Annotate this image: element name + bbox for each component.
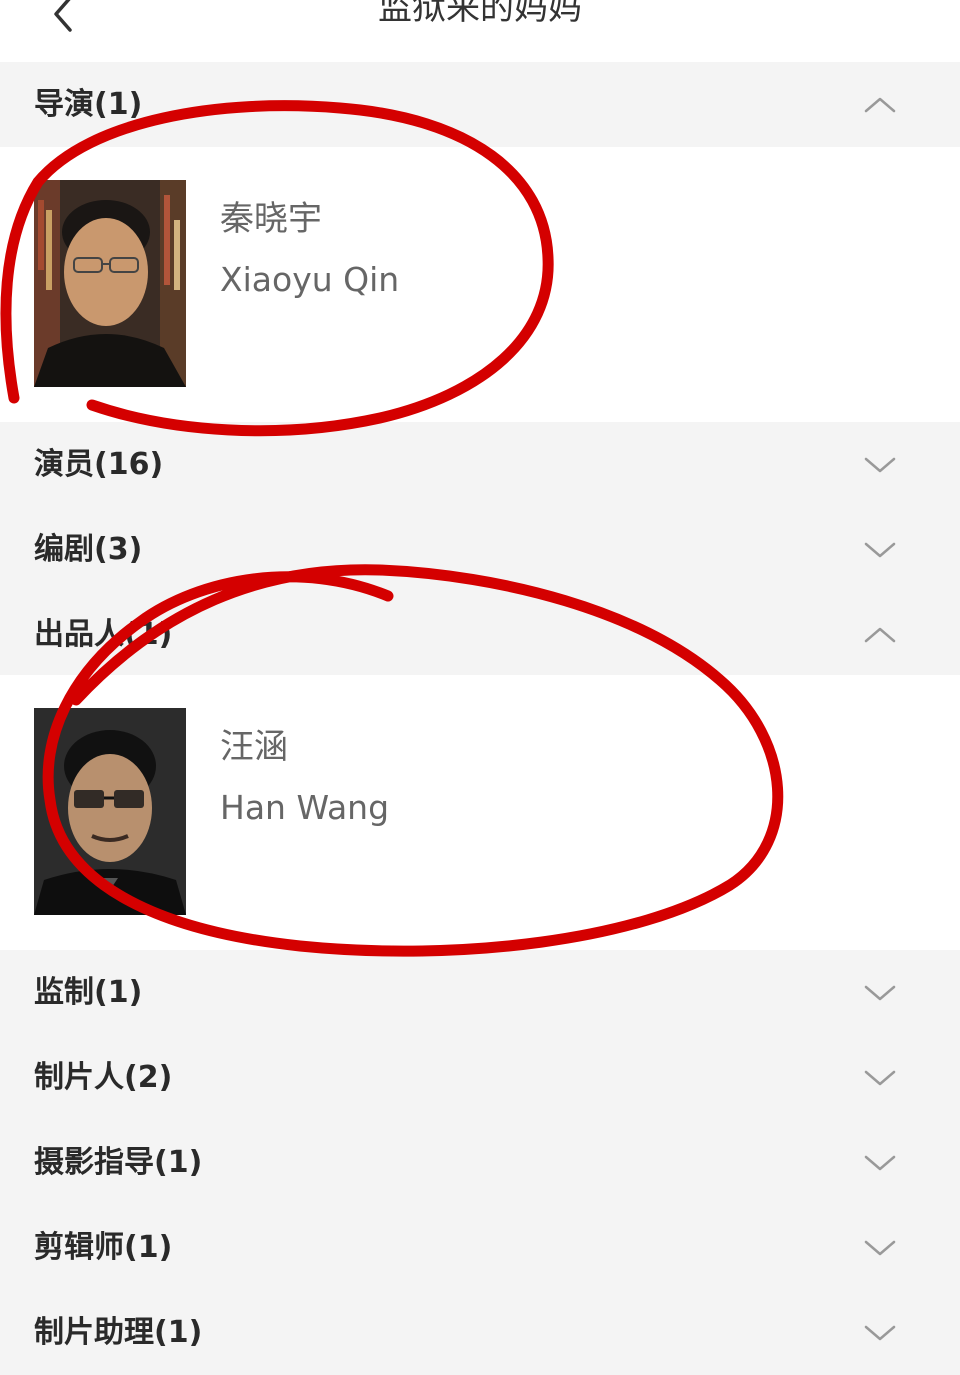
page-title: 监狱来的妈妈 xyxy=(378,0,582,28)
section-label: 监制(1) xyxy=(34,975,143,1010)
avatar xyxy=(34,708,186,915)
person-name-en: Xiaoyu Qin xyxy=(220,260,400,299)
person-name-cn: 汪涵 xyxy=(220,727,288,767)
section-header-producers[interactable]: 制片人(2) xyxy=(0,1035,960,1120)
avatar xyxy=(34,180,186,387)
section-label: 出品人(1) xyxy=(34,617,173,652)
section-label: 导演(1) xyxy=(34,87,143,122)
section-header-production-assistant[interactable]: 制片助理(1) xyxy=(0,1290,960,1375)
person-name-cn: 秦晓宇 xyxy=(220,199,322,239)
chevron-up-icon xyxy=(864,627,896,643)
section-label: 演员(16) xyxy=(34,447,164,482)
section-header-actors[interactable]: 演员(16) xyxy=(0,422,960,507)
chevron-down-icon xyxy=(864,1070,896,1086)
person-card-producer[interactable]: 汪涵 Han Wang xyxy=(0,675,960,950)
person-card-director[interactable]: 秦晓宇 Xiaoyu Qin xyxy=(0,147,960,422)
top-bar: 监狱来的妈妈 xyxy=(0,0,960,62)
section-label: 编剧(3) xyxy=(34,532,143,567)
chevron-up-icon xyxy=(864,97,896,113)
chevron-down-icon xyxy=(864,457,896,473)
section-label: 摄影指导(1) xyxy=(34,1145,203,1180)
section-header-writers[interactable]: 编剧(3) xyxy=(0,507,960,592)
section-header-editor[interactable]: 剪辑师(1) xyxy=(0,1205,960,1290)
chevron-down-icon xyxy=(864,1325,896,1341)
section-label: 剪辑师(1) xyxy=(34,1230,173,1265)
section-label: 制片助理(1) xyxy=(34,1315,203,1350)
chevron-down-icon xyxy=(864,542,896,558)
chevron-down-icon xyxy=(864,985,896,1001)
section-header-cinematography[interactable]: 摄影指导(1) xyxy=(0,1120,960,1205)
section-header-director[interactable]: 导演(1) xyxy=(0,62,960,147)
person-name-en: Han Wang xyxy=(220,788,390,827)
section-header-producer[interactable]: 出品人(1) xyxy=(0,592,960,677)
section-header-supervisor[interactable]: 监制(1) xyxy=(0,950,960,1035)
chevron-down-icon xyxy=(864,1240,896,1256)
chevron-down-icon xyxy=(864,1155,896,1171)
section-label: 制片人(2) xyxy=(34,1060,173,1095)
